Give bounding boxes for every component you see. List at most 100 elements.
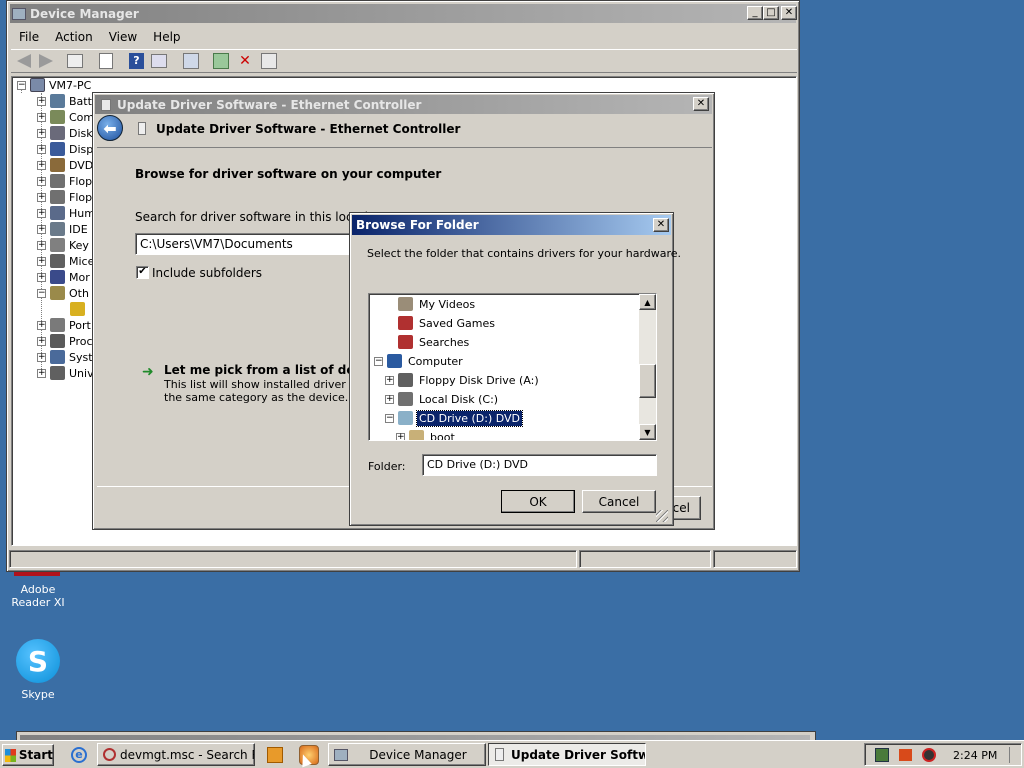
browse-folder-titlebar[interactable]: Browse For Folder xyxy=(352,215,671,235)
include-subfolders-checkbox[interactable]: ✔ xyxy=(136,266,149,279)
disable-icon[interactable] xyxy=(261,53,277,69)
expand-icon[interactable]: + xyxy=(37,144,46,154)
start-button[interactable]: Start xyxy=(2,744,54,766)
expand-icon[interactable]: + xyxy=(37,128,46,138)
action-center-icon[interactable] xyxy=(899,749,912,761)
folder-tree-item[interactable]: + Local Disk (C:) xyxy=(385,391,500,407)
expand-icon[interactable]: + xyxy=(37,256,46,266)
ok-button[interactable]: OK xyxy=(501,490,575,513)
back-button[interactable]: ⬅ xyxy=(97,115,123,141)
expand-icon[interactable]: + xyxy=(37,320,46,330)
menu-view[interactable]: View xyxy=(101,30,145,44)
expand-icon[interactable]: + xyxy=(37,112,46,122)
media-player-icon[interactable] xyxy=(267,747,283,763)
folder-tree-item[interactable]: + Floppy Disk Drive (A:) xyxy=(385,372,541,388)
show-hide-tree-icon[interactable] xyxy=(67,54,83,68)
taskbar-item-search[interactable]: devmgt.msc - Search Re... xyxy=(97,743,255,766)
close-button[interactable]: ✕ xyxy=(781,6,797,20)
device-category[interactable]: + Port xyxy=(37,317,91,333)
expand-icon[interactable]: + xyxy=(396,432,405,440)
tree-root[interactable]: − VM7-PC xyxy=(17,77,91,93)
resize-grip-icon[interactable] xyxy=(656,510,668,522)
device-category[interactable]: + Batt xyxy=(37,93,92,109)
device-category[interactable]: + IDE xyxy=(37,221,88,237)
taskbar-item-update-driver[interactable]: Update Driver Softwa... xyxy=(488,743,646,766)
expand-icon[interactable]: + xyxy=(385,375,394,385)
expand-icon[interactable]: − xyxy=(37,288,46,298)
expand-icon[interactable]: − xyxy=(374,356,383,366)
expand-icon[interactable]: + xyxy=(37,160,46,170)
cancel-button[interactable]: Cancel xyxy=(582,490,656,513)
expand-icon[interactable]: + xyxy=(37,176,46,186)
device-category[interactable]: + Univ xyxy=(37,365,94,381)
expand-icon[interactable]: + xyxy=(37,192,46,202)
menu-action[interactable]: Action xyxy=(47,30,101,44)
adobe-reader-shortcut[interactable]: Adobe Reader XI xyxy=(0,572,76,612)
expand-icon[interactable]: + xyxy=(37,336,46,346)
scan-hardware-icon[interactable] xyxy=(183,53,199,69)
folder-tree-item[interactable]: − CD Drive (D:) DVD xyxy=(385,409,523,427)
device-category[interactable]: + Hum xyxy=(37,205,95,221)
folder-tree-scrollbar[interactable]: ▲ ▼ xyxy=(639,294,656,440)
device-category[interactable]: − Oth xyxy=(37,285,89,301)
menu-help[interactable]: Help xyxy=(145,30,188,44)
pick-arrow-icon[interactable]: ➜ xyxy=(142,364,154,380)
back-icon[interactable] xyxy=(17,54,31,68)
view-icon[interactable] xyxy=(151,54,167,68)
scroll-thumb[interactable] xyxy=(639,364,656,398)
device-category[interactable]: + Disk xyxy=(37,125,93,141)
folder-tree-item[interactable]: Saved Games xyxy=(385,315,497,331)
expand-icon[interactable]: + xyxy=(37,96,46,106)
expand-icon[interactable]: + xyxy=(37,240,46,250)
internet-explorer-icon[interactable]: e xyxy=(71,747,87,763)
minimize-button[interactable]: _ xyxy=(747,6,763,20)
expand-icon[interactable]: + xyxy=(37,272,46,282)
browse-folder-close-button[interactable]: ✕ xyxy=(653,218,669,232)
maximize-button[interactable]: □ xyxy=(763,6,779,20)
folder-tree-item[interactable]: − Computer xyxy=(374,353,465,369)
show-desktop-icon[interactable] xyxy=(1009,747,1021,763)
skype-shortcut[interactable]: S Skype xyxy=(0,636,76,702)
volume-icon[interactable] xyxy=(922,748,936,762)
expand-icon[interactable]: + xyxy=(385,394,394,404)
device-category-icon xyxy=(50,254,65,268)
folder-tree-item[interactable]: Searches xyxy=(385,334,471,350)
search-location-input[interactable]: C:\Users\VM7\Documents xyxy=(135,233,355,255)
device-category[interactable]: + Mor xyxy=(37,269,90,285)
device-category[interactable]: + Flop xyxy=(37,189,92,205)
device-category[interactable]: + DVD xyxy=(37,157,93,173)
device-category[interactable]: + Flop xyxy=(37,173,92,189)
taskbar-item-device-manager[interactable]: Device Manager xyxy=(328,743,486,766)
device-category[interactable]: + Com xyxy=(37,109,94,125)
properties-icon[interactable] xyxy=(99,53,113,69)
update-driver-close-button[interactable]: ✕ xyxy=(693,97,709,111)
device-category[interactable]: + Proc xyxy=(37,333,93,349)
expand-icon[interactable]: + xyxy=(37,208,46,218)
device-manager-titlebar[interactable]: Device Manager xyxy=(10,4,796,23)
uninstall-icon[interactable]: ✕ xyxy=(237,53,253,69)
expand-icon[interactable]: − xyxy=(385,413,394,423)
folder-input[interactable]: CD Drive (D:) DVD xyxy=(422,454,657,476)
scroll-down-button[interactable]: ▼ xyxy=(639,424,656,440)
folder-tree-item[interactable]: + boot xyxy=(396,429,457,440)
device-category[interactable]: + xyxy=(57,301,89,317)
expand-icon[interactable]: + xyxy=(37,352,46,362)
device-category-icon xyxy=(50,366,65,380)
folder-tree-item-label: Searches xyxy=(419,335,470,349)
forward-icon[interactable] xyxy=(39,54,53,68)
scroll-up-button[interactable]: ▲ xyxy=(639,294,656,310)
update-driver-titlebar[interactable]: Update Driver Software - Ethernet Contro… xyxy=(95,95,712,114)
help-icon[interactable]: ? xyxy=(129,53,144,69)
device-category[interactable]: + Syst xyxy=(37,349,93,365)
device-category[interactable]: + Mice xyxy=(37,253,94,269)
folder-tree[interactable]: My Videos Saved Games Searches − Computer + Fl… xyxy=(368,293,657,441)
network-icon[interactable] xyxy=(875,748,889,762)
expand-icon[interactable]: + xyxy=(37,368,46,378)
folder-tree-item[interactable]: My Videos xyxy=(385,296,477,312)
device-category-icon xyxy=(50,238,65,252)
device-category[interactable]: + Disp xyxy=(37,141,93,157)
menu-file[interactable]: File xyxy=(11,30,47,44)
device-category[interactable]: + Key xyxy=(37,237,89,253)
update-driver-icon[interactable] xyxy=(213,53,229,69)
expand-icon[interactable]: + xyxy=(37,224,46,234)
